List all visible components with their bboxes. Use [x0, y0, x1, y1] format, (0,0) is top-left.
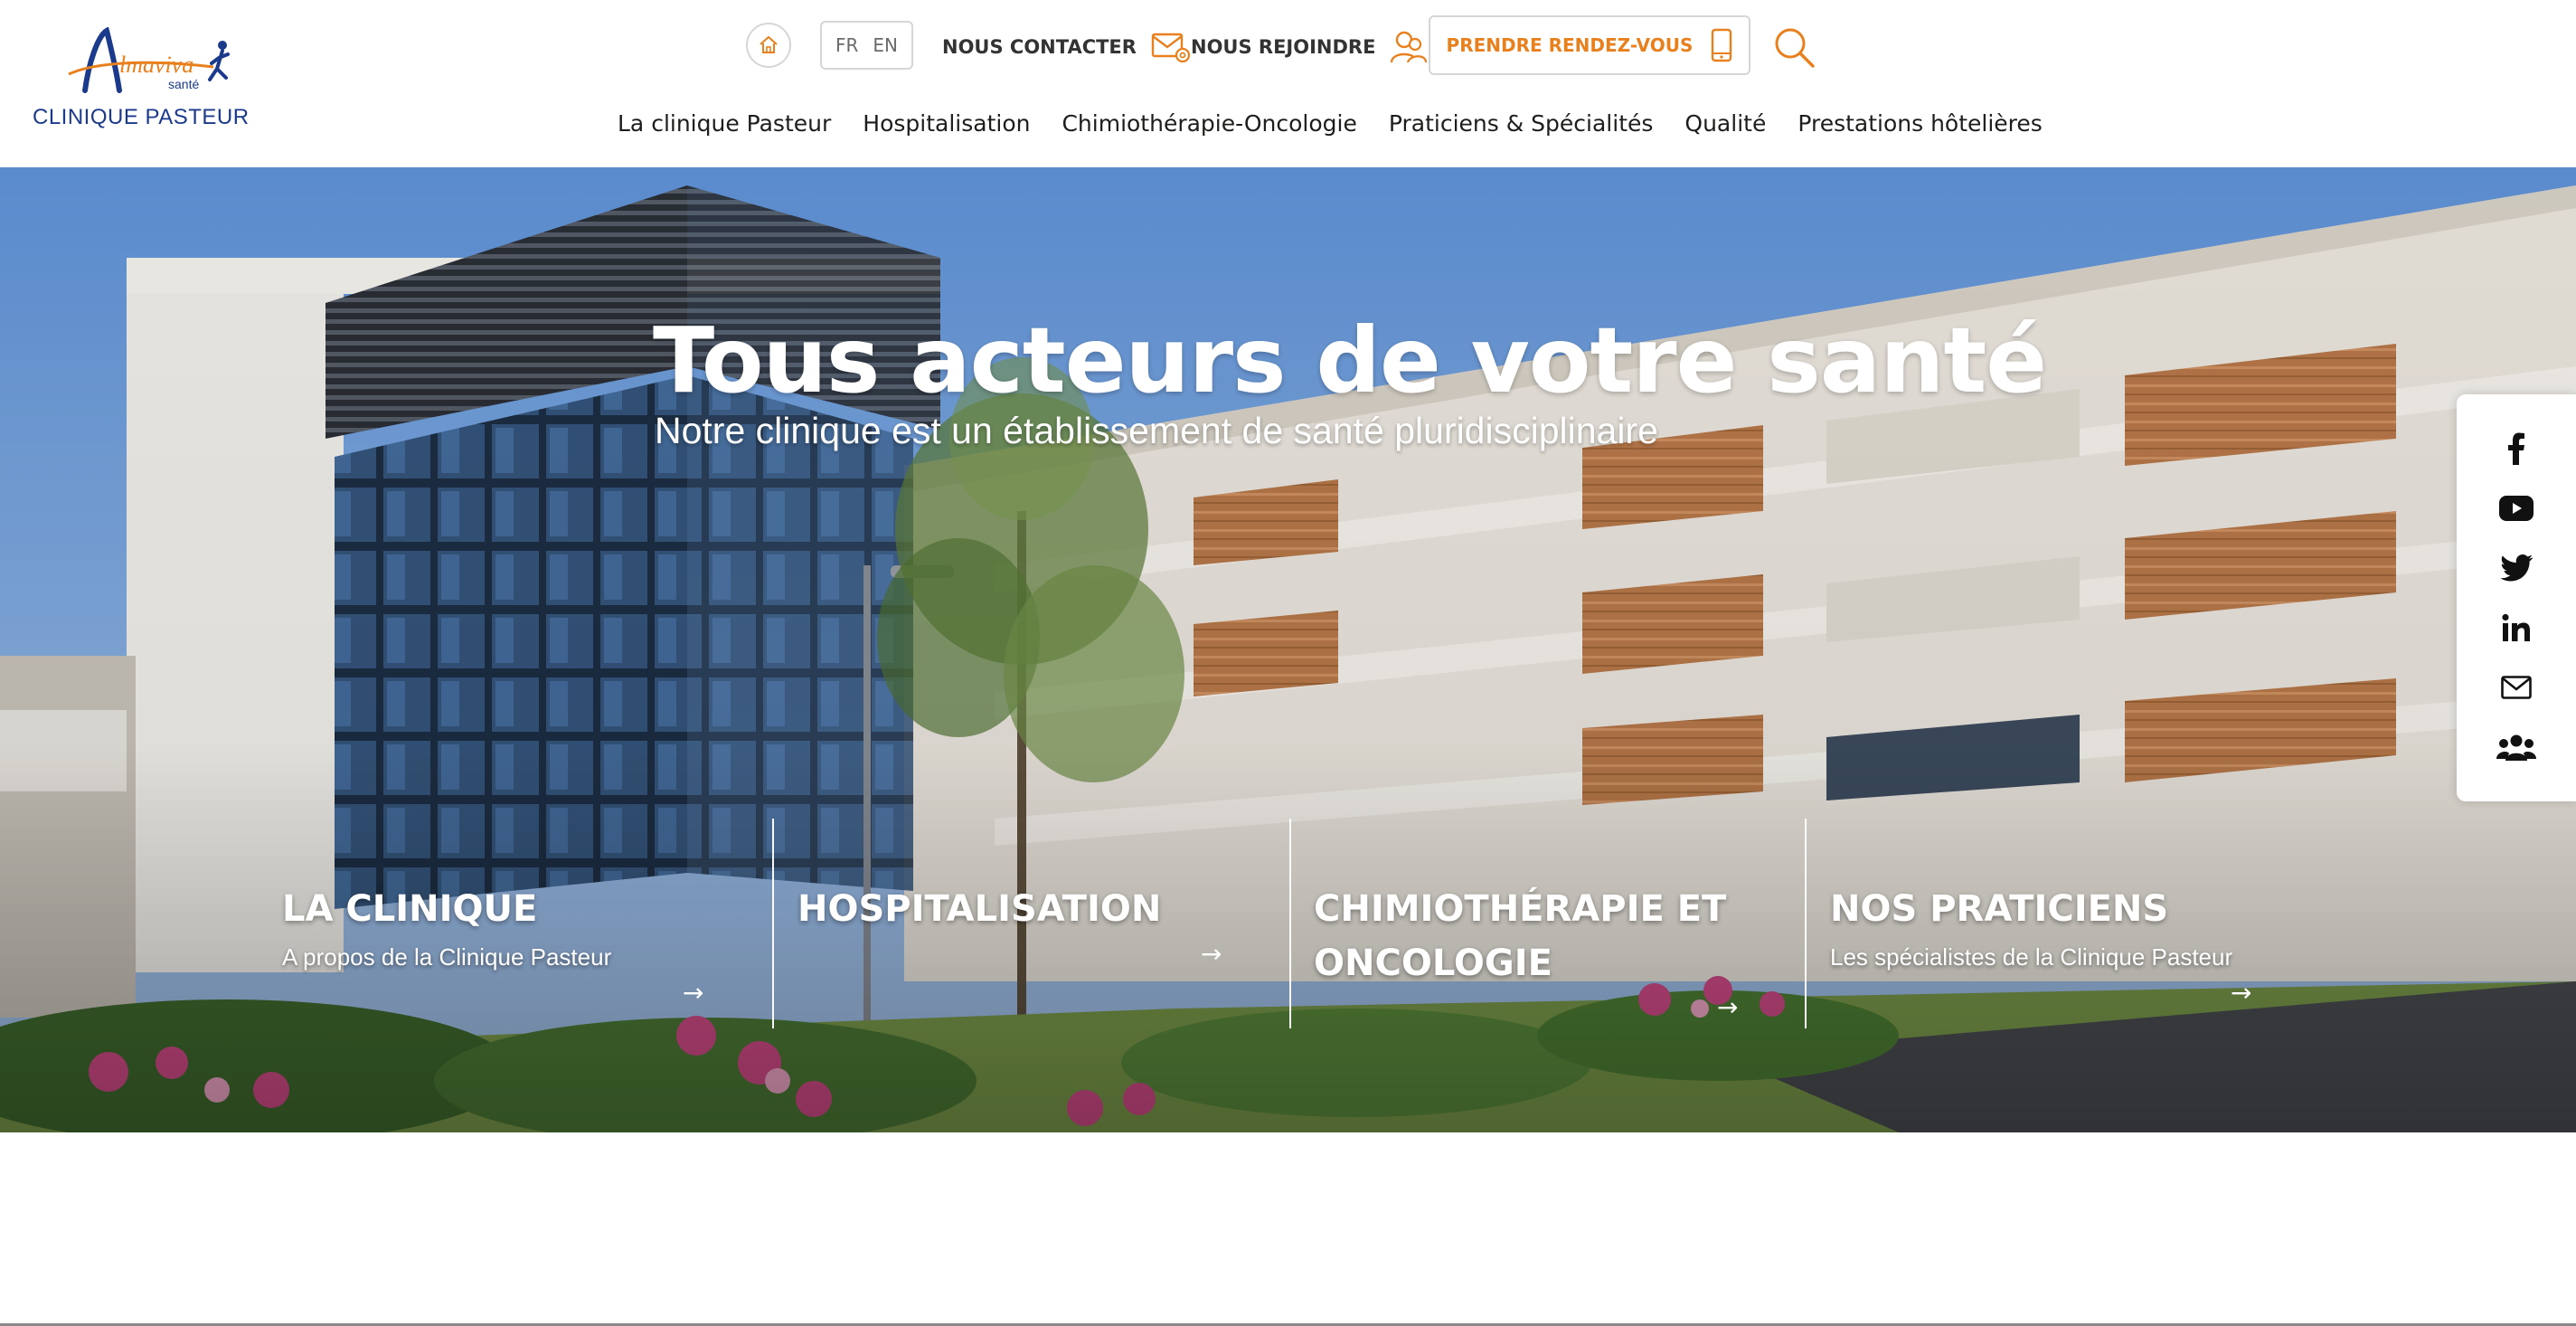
group-icon: [2496, 734, 2536, 761]
linkedin-link[interactable]: [2457, 602, 2576, 653]
nav-item-clinique[interactable]: La clinique Pasteur: [618, 110, 831, 137]
card-nos-praticiens[interactable]: NOS PRATICIENS Les spécialistes de la Cl…: [1830, 819, 2318, 1036]
site-header: lmaviva santé CLINIQUE PASTEUR FR EN NOU…: [0, 0, 2576, 167]
youtube-icon: [2499, 496, 2534, 521]
nav-item-qualite[interactable]: Qualité: [1684, 110, 1766, 137]
clinic-name: CLINIQUE PASTEUR: [33, 105, 250, 129]
arrow-right-icon: →: [683, 978, 704, 1008]
card-title-line2: ONCOLOGIE: [1314, 942, 1552, 984]
twitter-link[interactable]: [2457, 543, 2576, 593]
arrow-right-icon: →: [1717, 992, 1739, 1022]
card-title: LA CLINIQUE: [282, 888, 538, 930]
nav-item-prestations[interactable]: Prestations hôtelières: [1798, 110, 2042, 137]
hero-banner: Tous acteurs de votre santé Notre cliniq…: [0, 167, 2576, 1132]
search-button[interactable]: [1772, 25, 1816, 69]
card-subtitle: A propos de la Clinique Pasteur: [282, 943, 612, 971]
people-icon: [1391, 31, 1428, 63]
language-switcher: FR EN: [820, 21, 913, 70]
linkedin-icon: [2502, 613, 2530, 641]
join-label: NOUS REJOINDRE: [1191, 36, 1376, 58]
card-title: NOS PRATICIENS: [1830, 888, 2169, 930]
contact-label: NOUS CONTACTER: [942, 36, 1137, 58]
home-button[interactable]: [746, 23, 791, 68]
mail-icon: [2501, 676, 2532, 699]
card-hospitalisation[interactable]: HOSPITALISATION →: [797, 819, 1286, 1036]
clinic-logo[interactable]: lmaviva santé CLINIQUE PASTEUR: [33, 26, 249, 136]
youtube-link[interactable]: [2457, 483, 2576, 534]
social-sidebar: [2457, 394, 2576, 801]
appointment-button[interactable]: PRENDRE RENDEZ-VOUS: [1429, 15, 1750, 75]
card-divider: [772, 819, 774, 1028]
appointment-label: PRENDRE RENDEZ-VOUS: [1446, 34, 1694, 56]
facebook-link[interactable]: [2457, 423, 2576, 474]
card-divider: [1805, 819, 1807, 1028]
svg-text:lmaviva: lmaviva: [119, 52, 193, 78]
arrow-right-icon: →: [2231, 978, 2252, 1008]
contact-link[interactable]: NOUS CONTACTER: [942, 27, 1191, 67]
card-title: CHIMIOTHÉRAPIE ET: [1314, 888, 1727, 930]
community-link[interactable]: [2457, 722, 2576, 772]
card-title: HOSPITALISATION: [797, 888, 1162, 930]
card-subtitle: Les spécialistes de la Clinique Pasteur: [1830, 943, 2233, 971]
facebook-icon: [2508, 432, 2524, 465]
nav-item-praticiens[interactable]: Praticiens & Spécialités: [1389, 110, 1654, 137]
phone-icon: [1712, 28, 1732, 62]
almaviva-logo-mark: lmaviva santé: [68, 26, 230, 93]
nav-item-hospitalisation[interactable]: Hospitalisation: [863, 110, 1030, 137]
arrow-right-icon: →: [1201, 939, 1222, 969]
card-divider: [1289, 819, 1291, 1028]
svg-text:santé: santé: [168, 77, 199, 91]
lang-en[interactable]: EN: [873, 34, 898, 56]
lang-fr[interactable]: FR: [835, 34, 858, 56]
home-icon: [760, 35, 778, 53]
main-nav: La clinique Pasteur Hospitalisation Chim…: [618, 105, 2043, 141]
hero-title: Tous acteurs de votre santé: [653, 308, 2047, 413]
mail-link[interactable]: [2457, 662, 2576, 713]
nav-item-chimiotherapie[interactable]: Chimiothérapie-Oncologie: [1062, 110, 1356, 137]
hero-cards: LA CLINIQUE A propos de la Clinique Past…: [0, 819, 2576, 1036]
hero-subtitle: Notre clinique est un établissement de s…: [655, 410, 1658, 451]
join-us-link[interactable]: NOUS REJOINDRE: [1191, 27, 1428, 67]
card-la-clinique[interactable]: LA CLINIQUE A propos de la Clinique Past…: [282, 819, 770, 1036]
mail-at-icon: [1151, 33, 1191, 63]
card-chimiotherapie[interactable]: CHIMIOTHÉRAPIE ET ONCOLOGIE →: [1314, 819, 1802, 1036]
search-icon: [1775, 28, 1815, 68]
twitter-icon: [2500, 554, 2533, 582]
